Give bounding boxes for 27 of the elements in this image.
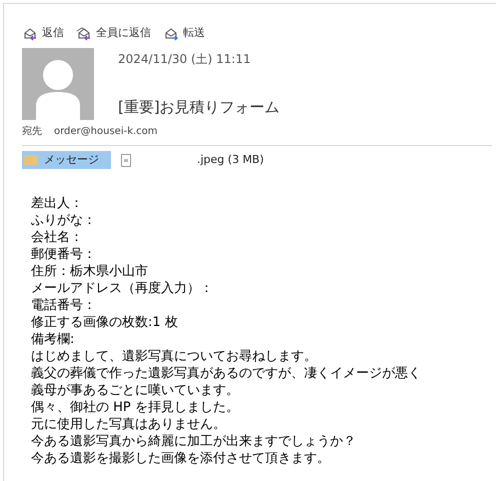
attachment-item[interactable]: .jpeg (3 MB) bbox=[119, 151, 266, 169]
body-line: 差出人： bbox=[31, 195, 84, 212]
body-line: 電話番号： bbox=[31, 297, 97, 314]
toolbar-button[interactable]: 全員に返信 bbox=[76, 25, 151, 42]
body-line: 修正する画像の枚数:1 枚 bbox=[31, 314, 179, 331]
avatar-icon bbox=[22, 48, 94, 120]
body-line: はじめまして、遺影写真についてお尋ねします。 bbox=[31, 348, 318, 365]
recipient-address: order@housei-k.com bbox=[54, 125, 158, 139]
message-tab[interactable]: メッセージ bbox=[22, 151, 111, 169]
body-line: 今ある遺影写真から綺麗に加工が出来ますでしょうか？ bbox=[31, 433, 357, 450]
body-line: 今ある遺影を撮影した画像を添付させて頂きます。 bbox=[31, 450, 331, 467]
body-line: ふりがな： bbox=[31, 212, 97, 229]
body-line: 偶々、御社の HP を拝見しました。 bbox=[31, 399, 240, 416]
subject-text: [重要]お見積りフォーム bbox=[118, 96, 280, 118]
body-line: 義母が事あるごとに嘆いています。 bbox=[31, 382, 240, 399]
toolbar-button[interactable]: 返信 bbox=[22, 25, 64, 42]
body-line: 郵便番号： bbox=[31, 246, 97, 263]
file-icon bbox=[121, 154, 131, 166]
body-line: メールアドレス（再度入力）： bbox=[31, 280, 214, 297]
recipient-label: 宛先 bbox=[22, 124, 42, 139]
body-line: 元に使用した写真はありません。 bbox=[31, 416, 227, 433]
date-text: 2024/11/30 (土) 11:11 bbox=[118, 51, 252, 68]
body-line: 会社名： bbox=[31, 229, 84, 246]
body-line: 住所：栃木県小山市 bbox=[31, 263, 149, 280]
body-line: 義父の葬儀で作った遺影写真があるのですが、凄くイメージが悪く bbox=[31, 365, 422, 382]
body-line: 備考欄: bbox=[31, 331, 76, 348]
toolbar-button[interactable]: 転送 bbox=[163, 25, 205, 42]
